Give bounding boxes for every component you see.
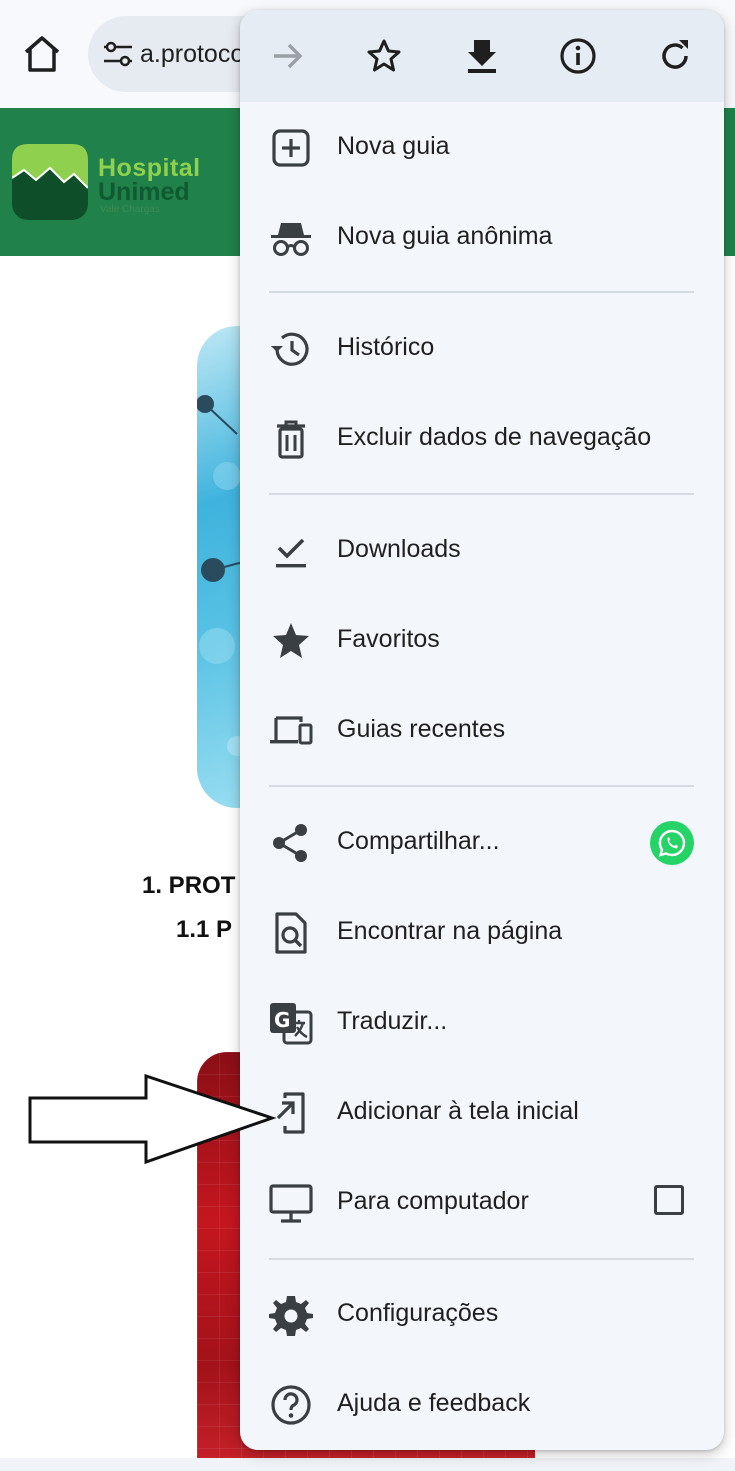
menu-item-help-feedback[interactable]: Ajuda e feedback bbox=[240, 1360, 724, 1450]
menu-item-bookmarks[interactable]: Favoritos bbox=[240, 596, 724, 686]
incognito-icon bbox=[271, 223, 311, 256]
reload-button[interactable] bbox=[653, 34, 697, 78]
menu-item-history[interactable]: Histórico bbox=[240, 304, 724, 394]
desktop-icon bbox=[269, 1184, 313, 1223]
history-icon bbox=[271, 332, 309, 366]
help-icon bbox=[271, 1385, 311, 1425]
page-info-button[interactable] bbox=[556, 34, 600, 78]
site-settings-icon[interactable] bbox=[102, 40, 134, 68]
info-icon bbox=[560, 38, 596, 74]
menu-item-label: Configurações bbox=[337, 1299, 499, 1327]
share-icon bbox=[273, 824, 307, 862]
devices-icon bbox=[270, 716, 313, 745]
trash-icon bbox=[277, 420, 305, 459]
menu-divider bbox=[269, 785, 694, 787]
protocol-heading: 1. PROT bbox=[142, 872, 236, 899]
menu-item-label: Adicionar à tela inicial bbox=[337, 1097, 579, 1125]
menu-item-label: Downloads bbox=[337, 535, 461, 563]
menu-item-label: Excluir dados de navegação bbox=[337, 423, 652, 451]
menu-item-label: Guias recentes bbox=[337, 715, 506, 743]
home-button[interactable] bbox=[18, 30, 66, 78]
menu-item-label: Para computador bbox=[337, 1187, 529, 1215]
reload-icon bbox=[662, 40, 688, 69]
logo-text-subtitle: Vale Chargas bbox=[100, 204, 160, 215]
desktop-site-checkbox[interactable] bbox=[654, 1185, 684, 1215]
menu-item-recent-tabs[interactable]: Guias recentes bbox=[240, 686, 724, 776]
forward-arrow-icon bbox=[274, 43, 303, 69]
menu-item-find-in-page[interactable]: Encontrar na página bbox=[240, 888, 724, 978]
menu-item-label: Favoritos bbox=[337, 625, 440, 653]
menu-item-desktop-site[interactable]: Para computador bbox=[240, 1158, 724, 1248]
downloads-check-icon bbox=[276, 538, 306, 568]
forward-button[interactable] bbox=[266, 34, 310, 78]
menu-item-label: Nova guia bbox=[337, 132, 450, 160]
protocol-subheading: 1.1 P bbox=[176, 916, 233, 943]
menu-item-clear-browsing-data[interactable]: Excluir dados de navegação bbox=[240, 394, 724, 484]
menu-item-add-to-home-screen[interactable]: Adicionar à tela inicial bbox=[240, 1068, 724, 1158]
menu-item-new-incognito-tab[interactable]: Nova guia anônima bbox=[240, 193, 724, 283]
menu-item-downloads[interactable]: Downloads bbox=[240, 506, 724, 596]
logo-text-unimed: Unimed bbox=[98, 178, 190, 206]
bottom-strip bbox=[0, 1458, 735, 1471]
menu-item-new-tab[interactable]: Nova guia bbox=[240, 103, 724, 193]
browser-overflow-menu: Nova guia Nova guia anônima Histórico Ex… bbox=[240, 10, 724, 1450]
menu-item-label: Traduzir... bbox=[337, 1007, 448, 1035]
menu-item-label: Compartilhar... bbox=[337, 827, 500, 855]
menu-item-share[interactable]: Compartilhar... bbox=[240, 798, 724, 888]
bookmark-button[interactable] bbox=[362, 34, 406, 78]
menu-item-settings[interactable]: Configurações bbox=[240, 1270, 724, 1360]
menu-item-label: Histórico bbox=[337, 333, 435, 361]
hospital-logo-icon bbox=[12, 144, 88, 220]
bookmark-star-icon bbox=[367, 39, 401, 72]
url-text: a.protoco bbox=[140, 40, 245, 68]
menu-item-label: Nova guia anônima bbox=[337, 222, 553, 250]
menu-divider bbox=[269, 1258, 694, 1260]
download-page-button[interactable] bbox=[460, 34, 504, 78]
menu-divider bbox=[269, 493, 694, 495]
find-in-page-icon bbox=[275, 912, 307, 954]
star-icon bbox=[273, 623, 309, 658]
download-icon bbox=[468, 40, 496, 73]
whatsapp-icon bbox=[658, 829, 686, 857]
svg-text:G: G bbox=[274, 1008, 290, 1032]
menu-divider bbox=[269, 291, 694, 293]
settings-icon bbox=[269, 1296, 313, 1336]
translate-icon: G bbox=[270, 1003, 313, 1045]
menu-toolbar bbox=[240, 10, 724, 102]
whatsapp-share-button[interactable] bbox=[650, 821, 694, 865]
menu-item-translate[interactable]: G Traduzir... bbox=[240, 978, 724, 1068]
menu-item-label: Ajuda e feedback bbox=[337, 1389, 531, 1417]
new-tab-icon bbox=[272, 129, 310, 167]
outline-arrow-pointing-right-icon bbox=[28, 1074, 277, 1165]
home-icon bbox=[24, 36, 60, 72]
menu-item-label: Encontrar na página bbox=[337, 917, 563, 945]
